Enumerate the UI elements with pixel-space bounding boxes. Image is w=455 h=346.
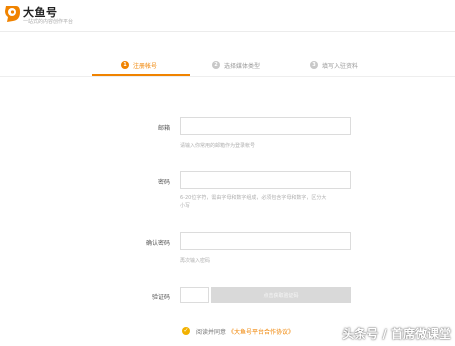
dayu-logo-icon[interactable] (4, 4, 20, 23)
password-hint: 6-20位字符，需由字母和数字组成，必须包含字母和数字，区分大 小写 (180, 194, 326, 210)
active-step-underline (92, 74, 190, 76)
step-number: 1 (121, 61, 129, 69)
password-label: 密码 (157, 179, 170, 186)
step-select-media-type: 2 选择媒体类型 (212, 59, 260, 71)
agreement-prefix: 阅读并同意 (196, 328, 227, 336)
step-register-account: 1 注册帐号 (121, 59, 157, 71)
step-fill-entry-info: 3 填写入驻资料 (310, 59, 358, 71)
step-label: 注册帐号 (133, 62, 158, 70)
confirm-password-hint: 再次输入密码 (180, 258, 211, 264)
watermark-text: 头条号 / 首席微课堂 (342, 327, 451, 341)
step-progress: 1 注册帐号 2 选择媒体类型 3 填写入驻资料 (0, 32, 455, 77)
step-label: 选择媒体类型 (224, 62, 261, 70)
confirm-password-label: 确认密码 (145, 240, 170, 247)
step-label: 填写入驻资料 (322, 62, 359, 70)
password-hint-line: 6-20位字符，需由字母和数字组成，必须包含字母和数字，区分大 (180, 195, 327, 201)
get-captcha-button[interactable]: 点击获取验证码 (211, 287, 351, 303)
confirm-password-field[interactable] (180, 232, 351, 250)
captcha-input[interactable] (180, 287, 209, 303)
email-label: 邮箱 (157, 125, 170, 132)
password-field[interactable] (180, 171, 351, 189)
email-field[interactable] (180, 117, 351, 135)
agreement-link[interactable]: 《大鱼号平台合作协议》 (228, 327, 294, 336)
agree-checkbox-icon[interactable]: ✓ (182, 327, 190, 335)
top-header: 大鱼号 一站式的内容创作平台 (0, 0, 455, 32)
brand-tagline: 一站式的内容创作平台 (23, 19, 74, 25)
email-hint: 请输入你常用的邮箱作为登录帐号 (180, 143, 256, 149)
step-number: 2 (212, 61, 220, 69)
password-hint-line: 小写 (180, 203, 191, 209)
step-number: 3 (310, 61, 318, 69)
captcha-label: 验证码 (151, 294, 170, 301)
agreement-row: ✓ 阅读并同意 《大鱼号平台合作协议》 (182, 326, 294, 336)
